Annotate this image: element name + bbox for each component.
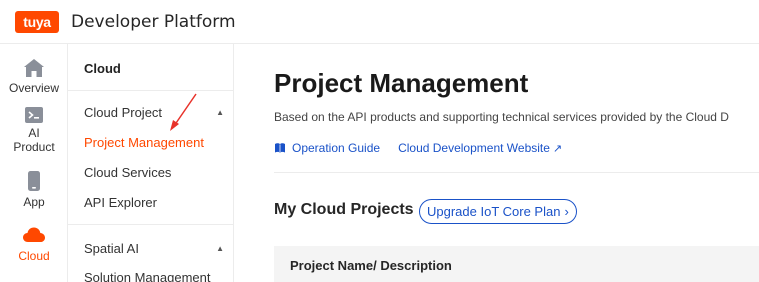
page-title: Project Management <box>274 68 529 98</box>
my-cloud-projects-title: My Cloud Projects <box>274 201 414 218</box>
rail-label-overview: Overview <box>8 81 59 95</box>
chevron-right-icon: › <box>564 204 569 219</box>
tuya-logo[interactable]: tuya <box>15 10 59 33</box>
column-header-project-name: Project Name/ Description <box>290 257 452 273</box>
main-content: Project Management Based on the API prod… <box>234 44 759 282</box>
caret-up-icon: ▲ <box>216 244 224 253</box>
submenu-group-spatial-ai[interactable]: Spatial AI ▲ <box>84 241 224 256</box>
cloud-submenu: Cloud Cloud Project ▲ Project Management… <box>68 44 234 282</box>
operation-guide-link[interactable]: Operation Guide <box>274 141 380 155</box>
rail-label-ai-product: AI Product <box>13 126 55 154</box>
platform-title: Developer Platform <box>71 11 236 32</box>
brand-logo[interactable]: tuya Developer Platform <box>15 10 236 33</box>
cloud-development-website-link[interactable]: Cloud Development Website ↗ <box>398 141 562 155</box>
rail-item-overview[interactable]: Overview <box>0 58 68 96</box>
page-description: Based on the API products and supporting… <box>274 110 729 124</box>
caret-up-icon: ▲ <box>216 108 224 117</box>
upgrade-button-label: Upgrade IoT Core Plan <box>427 204 561 219</box>
submenu-item-cloud-services[interactable]: Cloud Services <box>84 165 224 180</box>
cloud-icon <box>23 227 45 242</box>
top-bar: tuya Developer Platform <box>0 0 759 44</box>
phone-icon <box>28 171 40 191</box>
terminal-icon <box>25 107 43 123</box>
primary-nav-rail: Overview AI Product App Cloud <box>0 44 68 282</box>
rail-item-cloud[interactable]: Cloud <box>0 226 68 264</box>
projects-table-header: Project Name/ Description <box>274 246 759 282</box>
submenu-root-title: Cloud <box>84 61 121 76</box>
submenu-divider <box>68 90 233 91</box>
help-links: Operation Guide Cloud Development Websit… <box>274 141 562 155</box>
submenu-group-label: Cloud Project <box>84 105 163 120</box>
external-link-icon: ↗ <box>552 142 563 155</box>
submenu-group-cloud-project[interactable]: Cloud Project ▲ <box>84 105 224 120</box>
cloud-development-website-label: Cloud Development Website <box>398 141 550 155</box>
submenu-item-api-explorer[interactable]: API Explorer <box>84 195 224 210</box>
operation-guide-label: Operation Guide <box>292 141 381 155</box>
book-icon <box>275 143 285 153</box>
rail-item-app[interactable]: App <box>0 170 68 210</box>
rail-item-ai-product[interactable]: AI Product <box>0 106 68 155</box>
home-icon <box>24 59 44 77</box>
rail-label-app: App <box>23 195 45 209</box>
section-divider <box>274 172 759 173</box>
upgrade-iot-core-plan-button[interactable]: Upgrade IoT Core Plan › <box>419 199 577 224</box>
submenu-divider <box>68 224 233 225</box>
submenu-group-label: Spatial AI <box>84 241 139 256</box>
submenu-item-solution-management[interactable]: Solution Management <box>84 270 224 282</box>
rail-label-cloud: Cloud <box>18 249 50 263</box>
submenu-item-project-management[interactable]: Project Management <box>84 135 224 150</box>
